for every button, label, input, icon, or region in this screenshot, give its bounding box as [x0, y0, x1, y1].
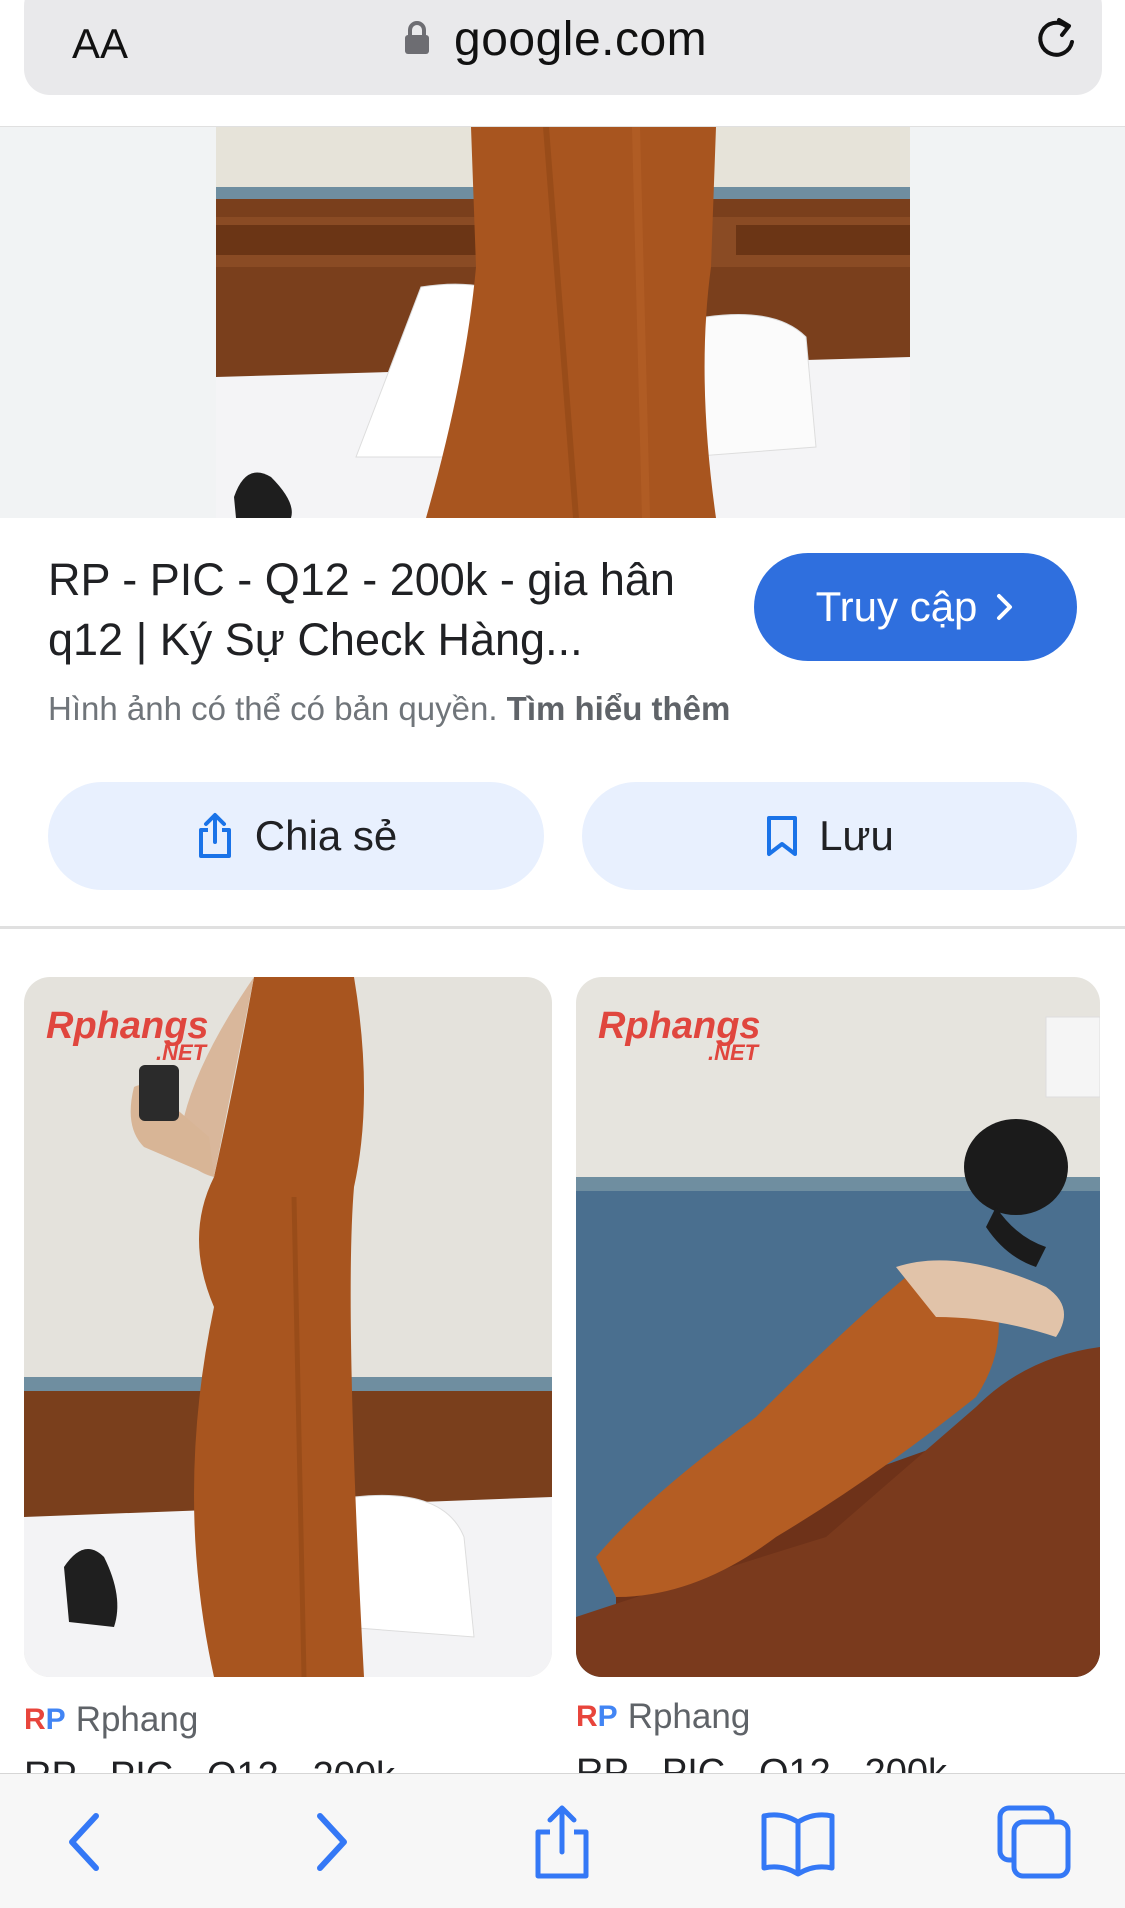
copyright-notice: Hình ảnh có thể có bản quyền. Tìm hiểu t… [48, 690, 730, 728]
tabs-icon[interactable] [994, 1802, 1074, 1882]
reload-icon[interactable] [1034, 14, 1080, 64]
source-name: Rphang [627, 1697, 751, 1736]
share-icon [198, 813, 231, 858]
source-name: Rphang [75, 1700, 199, 1739]
share-icon[interactable] [522, 1802, 602, 1882]
bookmarks-icon[interactable] [758, 1802, 838, 1882]
watermark-logo: Rphangs .NET [598, 1005, 761, 1065]
image-source[interactable]: RP Rphang [24, 1700, 198, 1740]
browser-toolbar [0, 1773, 1125, 1908]
image-title-snippet[interactable]: RP - PIC - Q12 - 200k [24, 1755, 544, 1775]
share-button-label: Chia sẻ [254, 812, 398, 859]
text-size-button[interactable]: AA [72, 20, 128, 68]
source-badge: RP [576, 1700, 618, 1733]
source-badge: RP [24, 1703, 66, 1736]
forward-icon[interactable] [290, 1802, 370, 1882]
dress-photo [216, 127, 910, 518]
image-source[interactable]: RP Rphang [576, 1697, 750, 1737]
related-image-card[interactable]: Rphangs .NET [576, 977, 1100, 1677]
save-button-label: Lưu [819, 812, 894, 859]
back-icon[interactable] [46, 1802, 126, 1882]
share-button[interactable]: Chia sẻ [48, 782, 544, 890]
related-image [24, 977, 552, 1677]
image-title-snippet[interactable]: RP - PIC - Q12 - 200k [576, 1752, 1096, 1774]
related-image [576, 977, 1100, 1677]
preview-image-area [0, 127, 1125, 518]
address-bar[interactable]: AA google.com [24, 0, 1102, 95]
save-button[interactable]: Lưu [582, 782, 1077, 890]
copyright-text: Hình ảnh có thể có bản quyền. [48, 690, 498, 727]
bookmark-icon [767, 816, 798, 856]
learn-more-link[interactable]: Tìm hiểu thêm [507, 690, 731, 727]
watermark-logo: Rphangs .NET [46, 1005, 209, 1065]
visit-button[interactable]: Truy cập [754, 553, 1077, 661]
browser-address-area: AA google.com [0, 0, 1125, 127]
section-divider [0, 926, 1125, 929]
chevron-right-icon [997, 594, 1013, 620]
preview-image[interactable] [216, 127, 910, 518]
domain-label: google.com [454, 13, 708, 66]
related-image-card[interactable]: Rphangs .NET [24, 977, 552, 1677]
result-title[interactable]: RP - PIC - Q12 - 200k - gia hân q12 | Ký… [48, 550, 728, 670]
visit-button-label: Truy cập [815, 583, 978, 630]
lock-icon [405, 21, 429, 54]
